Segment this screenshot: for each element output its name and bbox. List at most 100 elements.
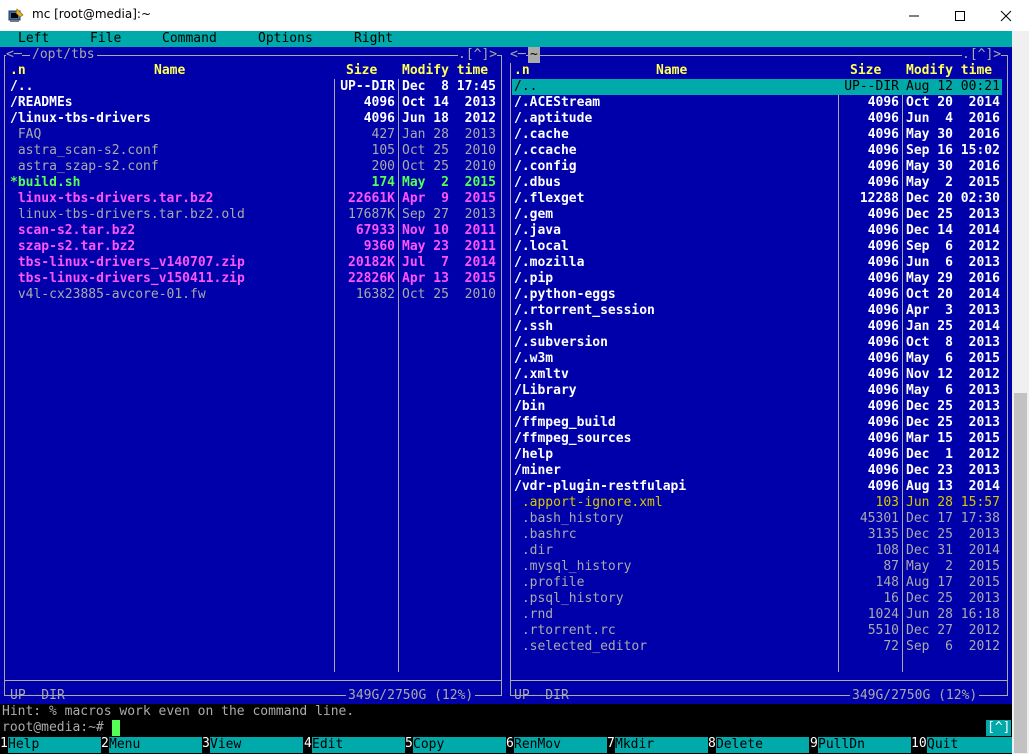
file-row[interactable]: /Library 4096 May 6 2013 — [506, 383, 1012, 399]
file-row[interactable]: *build.sh 174 May 2 2015 — [0, 175, 506, 191]
column-header-size[interactable]: Size — [850, 63, 881, 79]
file-row[interactable]: /.pip 4096 May 29 2016 — [506, 271, 1012, 287]
left-panel-path[interactable]: /opt/tbs — [30, 47, 97, 63]
file-row[interactable]: /.java 4096 Dec 14 2014 — [506, 223, 1012, 239]
vertical-scrollbar[interactable] — [1012, 31, 1029, 754]
file-row[interactable]: /READMEs 4096 Oct 14 2013 — [0, 95, 506, 111]
column-header-name[interactable]: Name — [656, 63, 687, 79]
file-row[interactable]: .dir 108 Dec 31 2014 — [506, 543, 1012, 559]
file-row[interactable]: linux-tbs-drivers.tar.bz2.old 17687K Sep 2… — [0, 207, 506, 223]
right-panel[interactable]: <─ ~ .[^]> .n Name Size Modify time /.. U… — [506, 47, 1012, 704]
file-row[interactable]: /.python-eggs 4096 Oct 20 2014 — [506, 287, 1012, 303]
file-row[interactable]: linux-tbs-drivers.tar.bz2 22661K Apr 9 201… — [0, 191, 506, 207]
fkey-menu[interactable]: 2 Menu — [101, 736, 202, 754]
panel-controls[interactable]: .[^]> — [458, 47, 498, 63]
file-row[interactable]: astra_szap-s2.conf 200 Oct 25 2010 — [0, 159, 506, 175]
file-modify-time: Dec 27 2012 — [906, 623, 1000, 638]
file-row[interactable]: tbs-linux-drivers_v150411.zip 22826K Apr 1… — [0, 271, 506, 287]
close-button[interactable] — [983, 0, 1029, 31]
file-row[interactable]: /.local 4096 Sep 6 2012 — [506, 239, 1012, 255]
file-row[interactable]: .rnd 1024 Jun 28 16:18 — [506, 607, 1012, 623]
fkey-delete[interactable]: 8 Delete — [708, 736, 809, 754]
file-row[interactable]: tbs-linux-drivers_v140707.zip 20182K Jul 7… — [0, 255, 506, 271]
file-row[interactable]: /.dbus 4096 May 2 2015 — [506, 175, 1012, 191]
file-size: 16 — [883, 591, 899, 606]
fkey-help[interactable]: 1 Help — [0, 736, 101, 754]
file-row[interactable]: /vdr-plugin-restfulapi 4096 Aug 13 2014 — [506, 479, 1012, 495]
menu-file[interactable]: File — [90, 31, 121, 47]
right-panel-path[interactable]: ~ — [528, 47, 540, 63]
fkey-edit[interactable]: 4 Edit — [304, 736, 405, 754]
left-panel[interactable]: <─ /opt/tbs .[^]> .n Name Size Modify ti… — [0, 47, 506, 704]
file-size: 4096 — [867, 175, 899, 190]
file-row[interactable]: /.cache 4096 May 30 2016 — [506, 127, 1012, 143]
sort-indicator[interactable]: .n — [10, 63, 26, 79]
file-row[interactable]: /.aptitude 4096 Jun 4 2016 — [506, 111, 1012, 127]
terminal[interactable]: Left File Command Options Right <─ /opt/… — [0, 31, 1012, 754]
file-row[interactable]: FAQ 427 Jan 28 2013 — [0, 127, 506, 143]
file-size: 4096 — [867, 271, 899, 286]
file-row[interactable]: .profile 148 Aug 17 2015 — [506, 575, 1012, 591]
minimize-button[interactable] — [891, 0, 937, 31]
fkey-copy[interactable]: 5 Copy — [405, 736, 506, 754]
window-title-bar[interactable]: mc [root@media]:~ — [0, 0, 1029, 31]
file-row[interactable]: /linux-tbs-drivers 4096 Jun 18 2012 — [0, 111, 506, 127]
file-row[interactable]: /.flexget 12288 Dec 20 02:30 — [506, 191, 1012, 207]
fkey-renmov[interactable]: 6 RenMov — [506, 736, 607, 754]
file-row[interactable]: /.ACEStream 4096 Oct 20 2014 — [506, 95, 1012, 111]
column-header-modify-time[interactable]: Modify time — [906, 63, 992, 79]
file-name: /.config — [514, 159, 577, 174]
column-header-size[interactable]: Size — [346, 63, 377, 79]
file-row[interactable]: /.rtorrent_session 4096 Apr 3 2013 — [506, 303, 1012, 319]
file-row[interactable]: .apport-ignore.xml 103 Jun 28 15:57 — [506, 495, 1012, 511]
panel-controls[interactable]: .[^]> — [962, 47, 1002, 63]
file-row[interactable]: .psql_history 16 Dec 25 2013 — [506, 591, 1012, 607]
panel-history-left[interactable]: <─ — [510, 47, 526, 63]
scrollbar-thumb[interactable] — [1014, 393, 1027, 753]
column-header-name[interactable]: Name — [154, 63, 185, 79]
file-row[interactable]: /miner 4096 Dec 23 2013 — [506, 463, 1012, 479]
file-row[interactable]: .bash_history 45301 Dec 17 17:38 — [506, 511, 1012, 527]
file-row[interactable]: /.xmltv 4096 Nov 12 2012 — [506, 367, 1012, 383]
file-row[interactable]: /.. UP--DIR Dec 8 17:45 — [0, 79, 506, 95]
menu-options[interactable]: Options — [258, 31, 313, 47]
menu-left[interactable]: Left — [18, 31, 49, 47]
fkey-mkdir[interactable]: 7 Mkdir — [607, 736, 708, 754]
menu-right[interactable]: Right — [354, 31, 393, 47]
maximize-button[interactable] — [937, 0, 983, 31]
file-row[interactable]: /.subversion 4096 Oct 8 2013 — [506, 335, 1012, 351]
panel-history-left[interactable]: <─ — [6, 47, 22, 63]
file-row[interactable]: szap-s2.tar.bz2 9360 May 23 2011 — [0, 239, 506, 255]
file-row[interactable]: .mysql_history 87 May 2 2015 — [506, 559, 1012, 575]
fkey-view[interactable]: 3 View — [202, 736, 303, 754]
right-panel-status: UP--DIR — [514, 688, 569, 703]
fkey-pulldn[interactable]: 9 PullDn — [810, 736, 911, 754]
fkey-quit[interactable]: 10 Quit — [911, 736, 1012, 754]
command-line[interactable]: root@media:~# — [2, 720, 120, 736]
column-header-modify-time[interactable]: Modify time — [402, 63, 488, 79]
file-row[interactable]: /ffmpeg_build 4096 Dec 25 2013 — [506, 415, 1012, 431]
file-row[interactable]: /ffmpeg_sources 4096 Mar 15 2015 — [506, 431, 1012, 447]
file-row[interactable]: scan-s2.tar.bz2 67933 Nov 10 2011 — [0, 223, 506, 239]
right-file-list: /.. UP--DIR Aug 12 00:21 /.ACEStream 4096 Oct… — [506, 79, 1012, 655]
file-row[interactable]: .bashrc 3135 Dec 25 2013 — [506, 527, 1012, 543]
file-row[interactable]: /.config 4096 May 30 2016 — [506, 159, 1012, 175]
command-history-control[interactable]: [^] — [986, 720, 1012, 736]
file-row[interactable]: v4l-cx23885-avcore-01.fw 16382 Oct 25 2010 — [0, 287, 506, 303]
file-row[interactable]: /.w3m 4096 May 6 2015 — [506, 351, 1012, 367]
file-row[interactable]: astra_scan-s2.conf 105 Oct 25 2010 — [0, 143, 506, 159]
mc-terminal-icon[interactable] — [8, 8, 24, 24]
file-row[interactable]: /.gem 4096 Dec 25 2013 — [506, 207, 1012, 223]
file-row[interactable]: /.ccache 4096 Sep 16 15:02 — [506, 143, 1012, 159]
file-row[interactable]: /.ssh 4096 Jan 25 2014 — [506, 319, 1012, 335]
menu-command[interactable]: Command — [162, 31, 217, 47]
file-row[interactable]: /.mozilla 4096 Jun 6 2013 — [506, 255, 1012, 271]
file-name: /.w3m — [514, 351, 554, 366]
file-modify-time: Aug 17 2015 — [906, 575, 1000, 590]
sort-indicator[interactable]: .n — [514, 63, 530, 79]
file-row[interactable]: .rtorrent.rc 5510 Dec 27 2012 — [506, 623, 1012, 639]
file-row[interactable]: /help 4096 Dec 1 2012 — [506, 447, 1012, 463]
file-row[interactable]: /bin 4096 Dec 25 2013 — [506, 399, 1012, 415]
file-row[interactable]: /.. UP--DIR Aug 12 00:21 — [506, 79, 1012, 95]
file-row[interactable]: .selected_editor 72 Sep 6 2012 — [506, 639, 1012, 655]
